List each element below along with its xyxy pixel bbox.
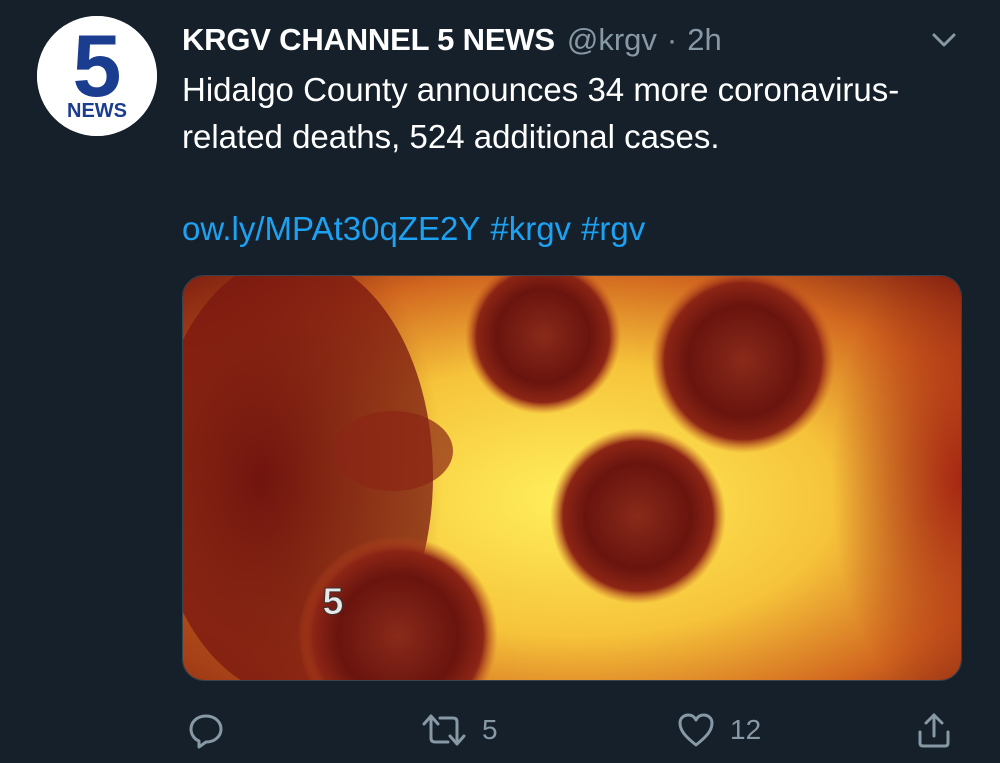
- tweet-media[interactable]: 5: [182, 275, 962, 681]
- tweet-text: Hidalgo County announces 34 more coronav…: [182, 71, 900, 155]
- tweet-header: KRGV CHANNEL 5 NEWS @krgv · 2h: [182, 18, 722, 62]
- virus-image: 5: [183, 276, 961, 680]
- user-handle[interactable]: @krgv: [567, 22, 657, 58]
- reply-button[interactable]: [186, 700, 226, 760]
- retweet-count: 5: [482, 714, 498, 745]
- reply-icon: [189, 714, 223, 749]
- retweet-button[interactable]: 5: [420, 700, 498, 760]
- tweet-menu-button[interactable]: [928, 26, 960, 54]
- news-logo-icon: 5 NEWS: [37, 16, 157, 136]
- share-icon: [918, 713, 950, 748]
- avatar[interactable]: 5 NEWS: [37, 16, 157, 136]
- timestamp[interactable]: 2h: [687, 22, 721, 58]
- share-button[interactable]: [914, 700, 954, 760]
- chevron-down-icon: [932, 33, 956, 47]
- tweet-links: ow.ly/MPAt30qZE2Y #krgv #rgv: [182, 205, 655, 252]
- hashtag-krgv[interactable]: #krgv: [490, 210, 571, 247]
- separator-dot: ·: [666, 22, 678, 57]
- tweet-link[interactable]: ow.ly/MPAt30qZE2Y: [182, 210, 480, 247]
- tweet-actions: 5 12: [0, 700, 1000, 760]
- hashtag-rgv[interactable]: #rgv: [581, 210, 645, 247]
- like-button[interactable]: 12: [676, 700, 761, 760]
- logo-text: NEWS: [67, 100, 127, 122]
- heart-icon: [678, 713, 714, 747]
- channel-watermark: 5: [322, 581, 343, 623]
- display-name[interactable]: KRGV CHANNEL 5 NEWS: [182, 22, 555, 58]
- retweet-icon: [422, 714, 466, 746]
- like-count: 12: [730, 714, 762, 745]
